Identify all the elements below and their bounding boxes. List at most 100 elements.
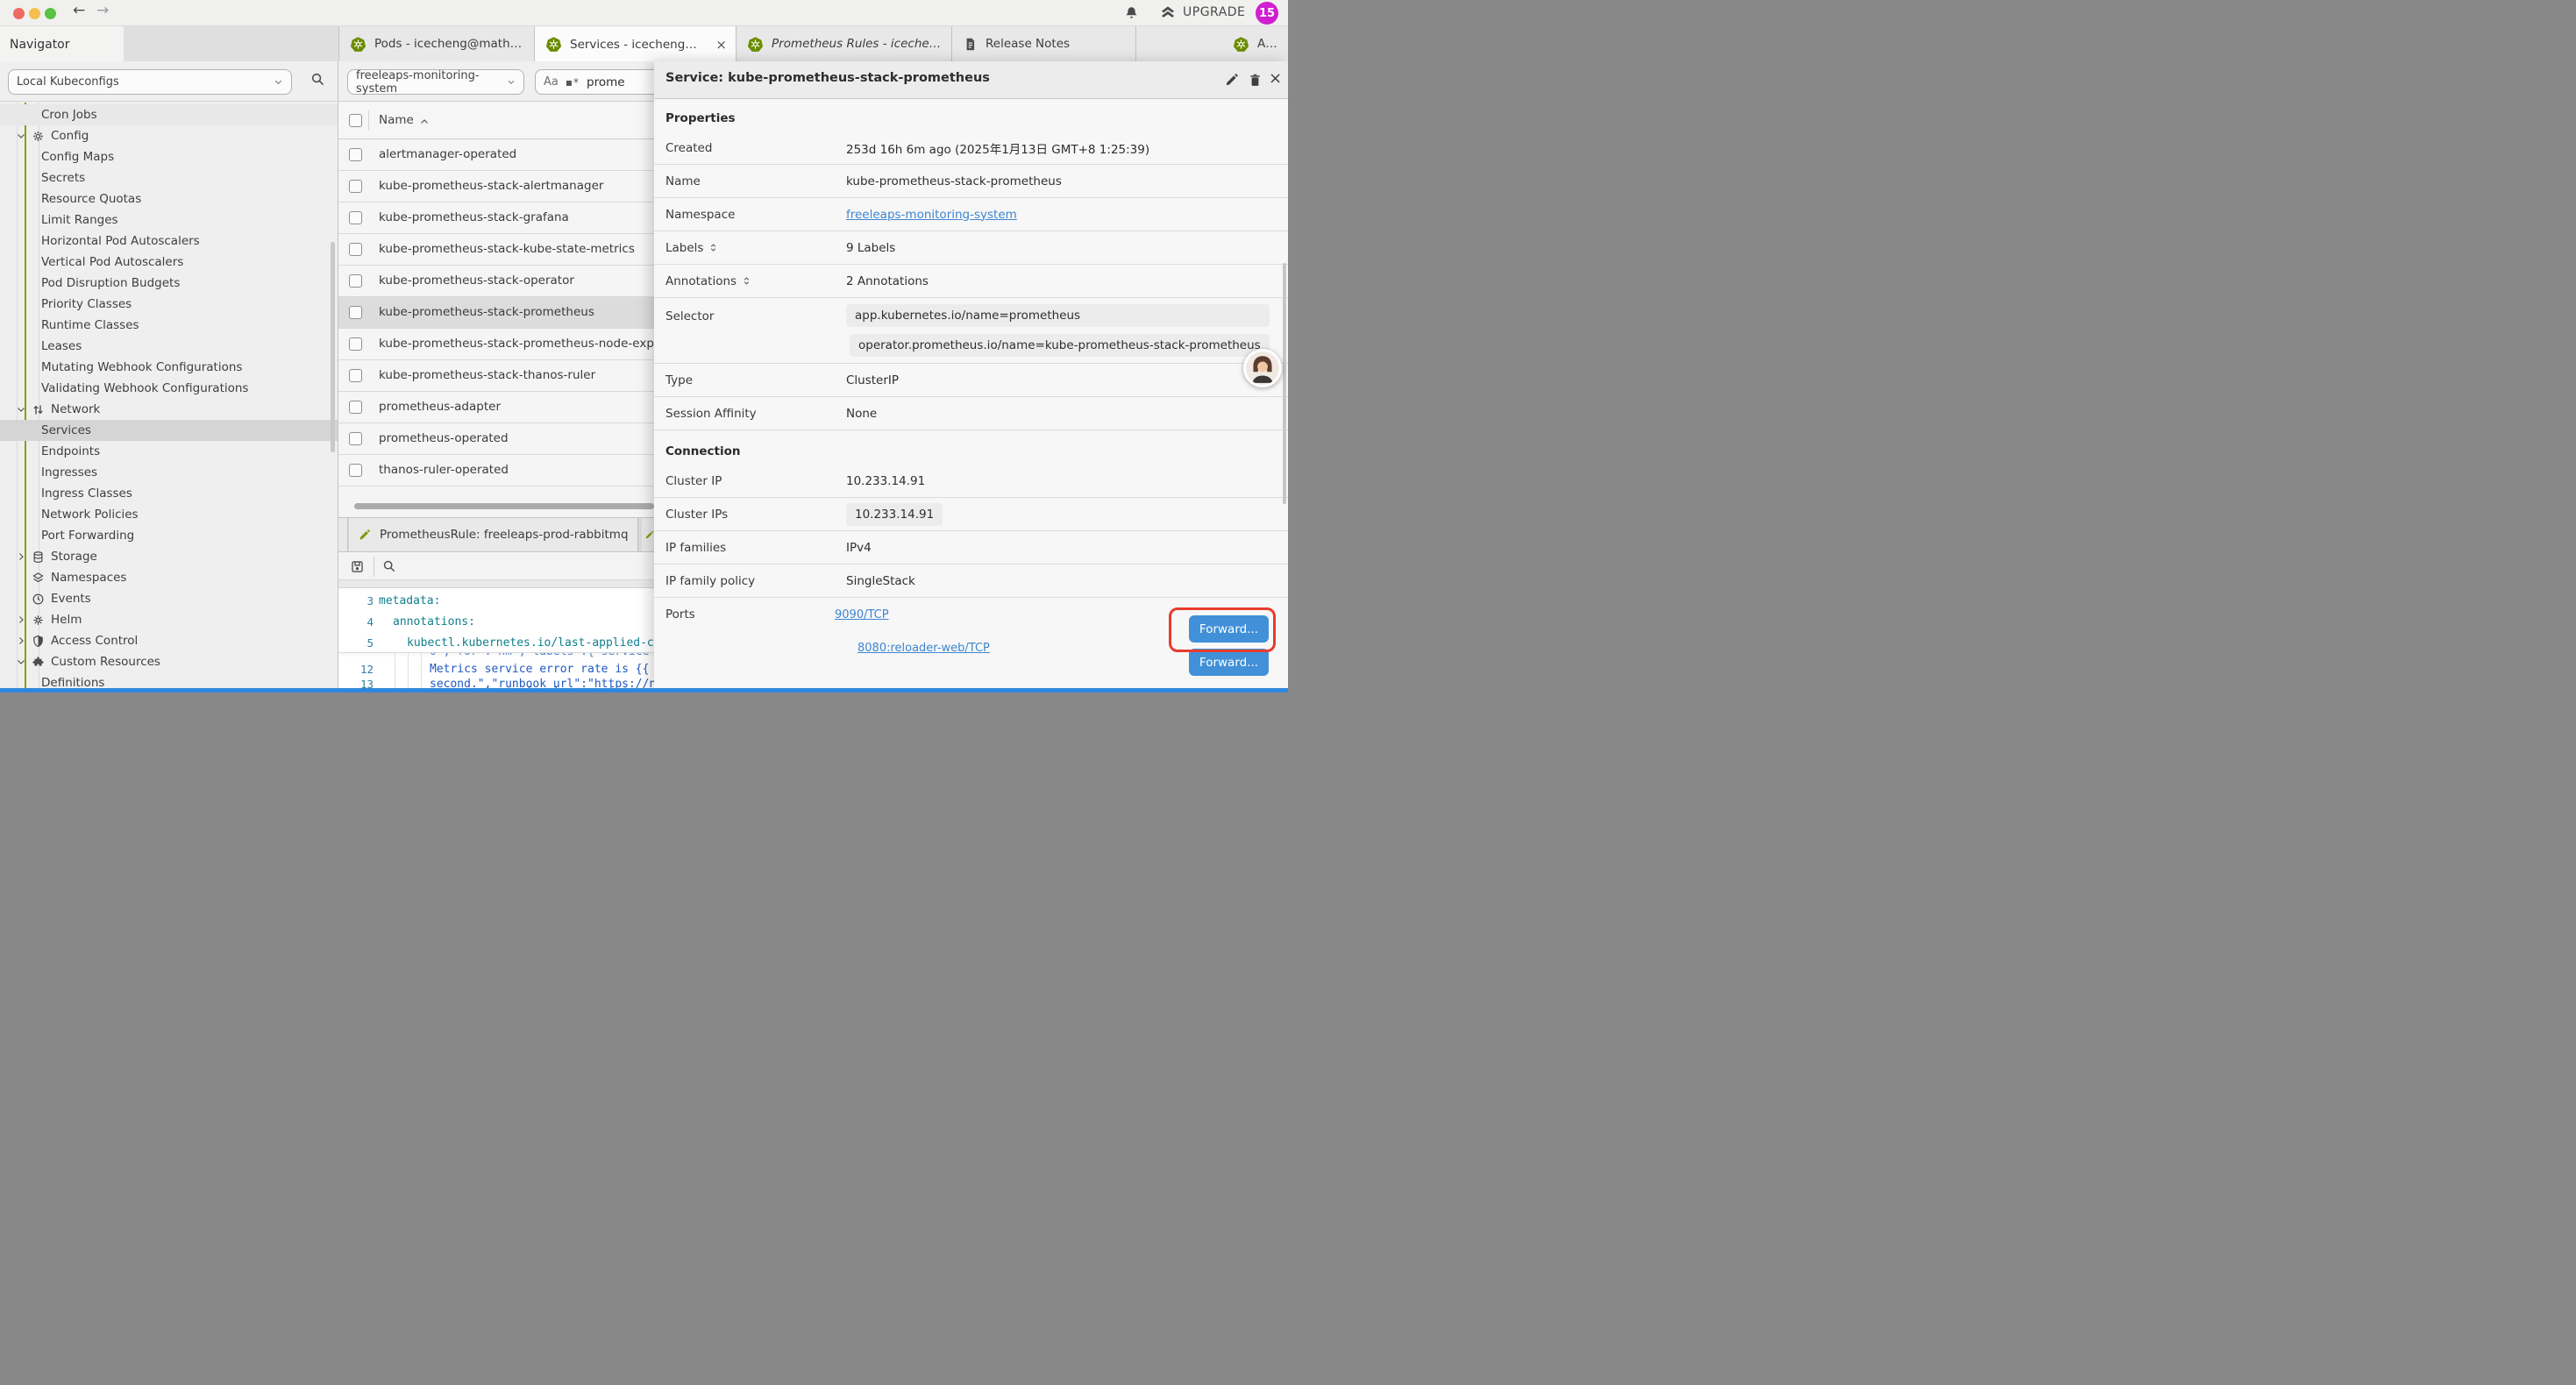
kubeconfig-select[interactable]: Local Kubeconfigs [8, 69, 292, 95]
row-checkbox[interactable] [349, 464, 362, 477]
sidebar-group-config[interactable]: Config [0, 125, 338, 146]
sidebar-group-access-control[interactable]: Access Control [0, 630, 338, 651]
table-row[interactable]: prometheus-operated [338, 423, 654, 455]
namespace-select[interactable]: freeleaps-monitoring-system [347, 69, 524, 95]
annotations-count[interactable]: 2 Annotations [846, 274, 929, 288]
sidebar-item-ingresses[interactable]: Ingresses [0, 462, 338, 483]
table-row-selected[interactable]: kube-prometheus-stack-prometheus [338, 297, 654, 329]
tab-prometheusrule-editor[interactable]: PrometheusRule: freeleaps-prod-rabbitmq [349, 518, 638, 551]
sidebar-item-config-maps[interactable]: Config Maps [0, 146, 338, 167]
line-number: 12 [338, 663, 374, 676]
table-row[interactable]: kube-prometheus-stack-grafana [338, 202, 654, 234]
expand-collapse-icon[interactable] [742, 276, 751, 286]
tab-prometheus-rules[interactable]: Prometheus Rules - icecheng... [736, 26, 951, 61]
sidebar-item-pod-disruption-budgets[interactable]: Pod Disruption Budgets [0, 273, 338, 294]
tab-navigator[interactable]: Navigator [0, 26, 124, 62]
search-icon[interactable] [310, 72, 325, 87]
selector-chip: operator.prometheus.io/name=kube-prometh… [850, 334, 1270, 357]
sidebar-item-runtime-classes[interactable]: Runtime Classes [0, 315, 338, 336]
sidebar-item-namespaces[interactable]: Namespaces [0, 567, 338, 588]
row-checkbox[interactable] [349, 243, 362, 256]
select-all-checkbox[interactable] [349, 114, 362, 127]
port-link-9090[interactable]: 9090/TCP [835, 608, 889, 621]
table-row[interactable]: kube-prometheus-stack-prometheus-node-ex… [338, 329, 654, 360]
row-checkbox[interactable] [349, 369, 362, 382]
filter-input[interactable]: Aa ▪* prome [535, 69, 654, 95]
chevron-down-icon [16, 404, 26, 415]
horizontal-scrollbar[interactable] [354, 503, 654, 509]
sidebar-item-cron-jobs[interactable]: Cron Jobs [0, 104, 338, 125]
sidebar-item-resource-quotas[interactable]: Resource Quotas [0, 188, 338, 210]
save-icon[interactable] [350, 559, 365, 574]
sidebar-item-horizontal-pod-autoscalers[interactable]: Horizontal Pod Autoscalers [0, 231, 338, 252]
tab-services[interactable]: Services - icecheng@math... × [534, 26, 736, 62]
sidebar-item-leases[interactable]: Leases [0, 336, 338, 357]
row-checkbox[interactable] [349, 180, 362, 193]
port-link-8080[interactable]: 8080:reloader-web/TCP [857, 642, 990, 655]
sidebar-group-storage[interactable]: Storage [0, 546, 338, 567]
row-checkbox[interactable] [349, 337, 362, 351]
editor-gap-band [338, 580, 654, 588]
back-arrow-icon[interactable]: ← [73, 2, 85, 19]
sidebar-item-secrets[interactable]: Secrets [0, 167, 338, 188]
delete-icon[interactable] [1248, 73, 1263, 88]
sidebar-item-mutating-webhook-configurations[interactable]: Mutating Webhook Configurations [0, 357, 338, 378]
forward-button-8080[interactable]: Forward... [1189, 649, 1269, 676]
sidebar-item-priority-classes[interactable]: Priority Classes [0, 294, 338, 315]
row-checkbox[interactable] [349, 211, 362, 224]
editor-search-icon[interactable] [382, 559, 396, 573]
table-row[interactable]: kube-prometheus-stack-kube-state-metrics [338, 234, 654, 266]
row-checkbox[interactable] [349, 401, 362, 414]
expand-collapse-icon[interactable] [708, 243, 718, 252]
row-checkbox[interactable] [349, 306, 362, 319]
row-checkbox[interactable] [349, 432, 362, 445]
sidebar-item-ingress-classes[interactable]: Ingress Classes [0, 483, 338, 504]
code-line-clipped: 0","for":"nm","labels":{"service": [430, 653, 654, 661]
table-row[interactable]: kube-prometheus-stack-alertmanager [338, 171, 654, 202]
sidebar-group-helm[interactable]: Helm [0, 609, 338, 630]
code-line: kubectl.kubernetes.io/last-applied-co [407, 636, 654, 650]
labels-count[interactable]: 9 Labels [846, 241, 895, 255]
sidebar-item-endpoints[interactable]: Endpoints [0, 441, 338, 462]
row-checkbox[interactable] [349, 148, 362, 161]
table-row[interactable]: alertmanager-operated [338, 139, 654, 171]
sort-ascending-icon[interactable] [419, 117, 430, 127]
sidebar-item-services[interactable]: Services [0, 420, 338, 441]
match-case-toggle[interactable]: Aa [544, 75, 559, 89]
window-title-bar: ← → UPGRADE 15 [0, 0, 1288, 26]
sidebar-group-custom-resources[interactable]: Custom Resources [0, 651, 338, 672]
sidebar-scrollbar[interactable] [331, 242, 335, 452]
table-row[interactable]: kube-prometheus-stack-operator [338, 266, 654, 297]
sidebar-item-validating-webhook-configurations[interactable]: Validating Webhook Configurations [0, 378, 338, 399]
traffic-light-close[interactable] [13, 8, 25, 19]
traffic-light-zoom[interactable] [45, 8, 56, 19]
tab-editor-partial[interactable] [642, 518, 654, 551]
column-header-name[interactable]: Name [379, 113, 414, 127]
sidebar-item-vertical-pod-autoscalers[interactable]: Vertical Pod Autoscalers [0, 252, 338, 273]
edit-icon[interactable] [1224, 73, 1239, 88]
sidebar-item-limit-ranges[interactable]: Limit Ranges [0, 210, 338, 231]
table-row[interactable]: kube-prometheus-stack-thanos-ruler [338, 360, 654, 392]
tab-argo[interactable]: Argo Se [1135, 26, 1288, 61]
table-row[interactable]: prometheus-adapter [338, 392, 654, 423]
sidebar-item-network-policies[interactable]: Network Policies [0, 504, 338, 525]
close-icon[interactable]: × [1269, 69, 1282, 88]
panel-scrollbar[interactable] [1283, 263, 1286, 504]
sidebar-group-network[interactable]: Network [0, 399, 338, 420]
avatar[interactable] [1243, 349, 1282, 387]
tab-pods[interactable]: Pods - icecheng@mathmas... [338, 26, 534, 61]
upgrade-button[interactable]: UPGRADE [1159, 4, 1245, 21]
namespace-link[interactable]: freeleaps-monitoring-system [846, 208, 1017, 222]
sidebar-item-port-forwarding[interactable]: Port Forwarding [0, 525, 338, 546]
forward-arrow-icon[interactable]: → [96, 2, 109, 19]
notification-count-badge[interactable]: 15 [1256, 2, 1278, 25]
tab-close-icon[interactable]: × [710, 37, 727, 53]
traffic-light-minimize[interactable] [29, 8, 40, 19]
notifications-bell-icon[interactable] [1124, 5, 1139, 21]
row-checkbox[interactable] [349, 274, 362, 288]
sidebar-item-events[interactable]: Events [0, 588, 338, 609]
regex-toggle[interactable]: ▪* [566, 76, 580, 89]
tab-release-notes[interactable]: Release Notes [951, 26, 1135, 61]
yaml-editor[interactable]: 3 4 5 12 13 14 metadata: annotations: ku… [338, 588, 654, 692]
table-row[interactable]: thanos-ruler-operated [338, 455, 654, 487]
